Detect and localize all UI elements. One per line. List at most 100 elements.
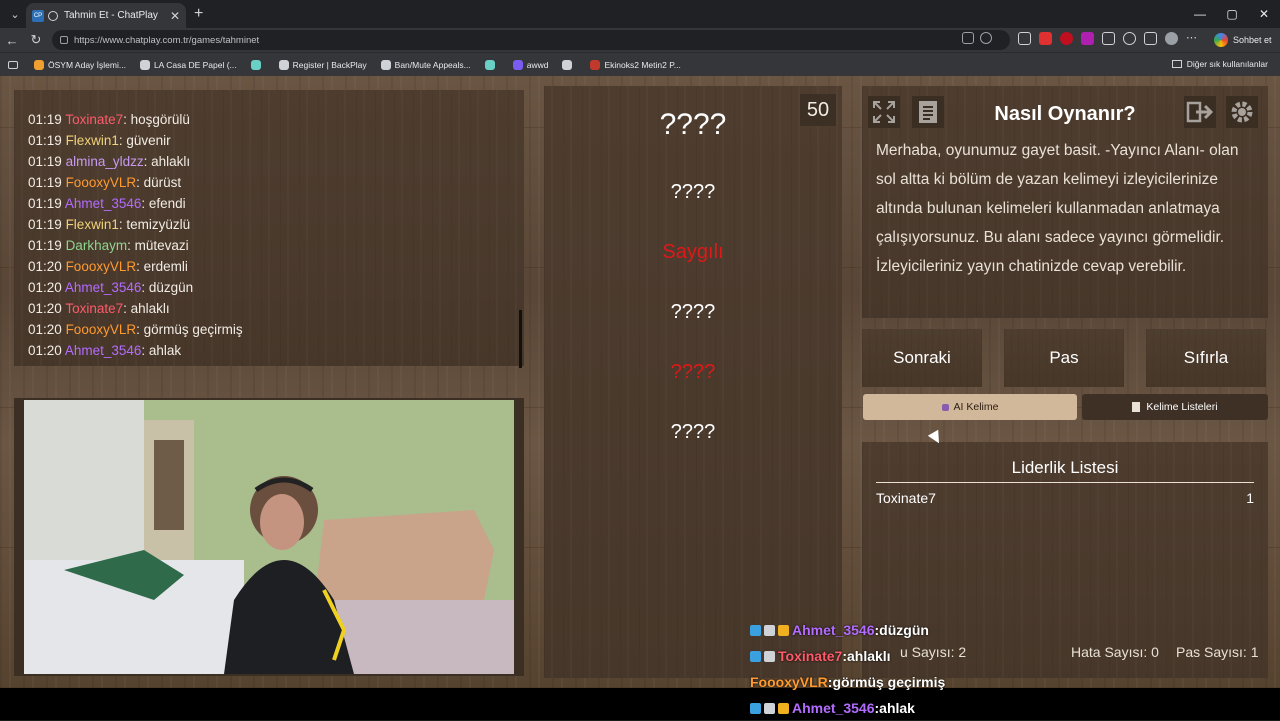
game-page: 01:19 Toxinate7: hoşgörülü 01:19 Flexwin1… [0, 76, 1280, 688]
bookmark-item[interactable]: Ban/Mute Appeals... [380, 59, 471, 70]
word-card-panel: 50 ???????? Saygılı???????????? [544, 86, 842, 678]
chat-message: 01:19 Flexwin1: güvenir [28, 133, 171, 148]
word-lists-button[interactable]: Kelime Listeleri [1082, 394, 1268, 420]
webcam-image [24, 400, 514, 674]
browser-window: ⌄ CP Tahmin Et - ChatPlay ✕ + — ▢ ✕ ← ↻ … [0, 0, 1280, 720]
bookmark-item[interactable]: Ekinoks2 Metin2 P... [590, 59, 681, 70]
chat-username[interactable]: Ahmet_3546 [65, 343, 142, 358]
bookmark-item[interactable]: Register | BackPlay [278, 59, 367, 70]
more-menu-icon[interactable]: ⋯ [1186, 32, 1200, 45]
minimize-button[interactable]: — [1184, 0, 1216, 28]
forbidden-word: ???? [670, 421, 716, 443]
media-playing-icon [48, 10, 58, 21]
overlay-username: Ahmet_3546 [792, 622, 875, 638]
next-button[interactable]: Sonraki [862, 329, 982, 387]
bookmark-label: ÖSYM Aday İşlemi... [48, 59, 126, 70]
reset-button[interactable]: Sıfırla [1146, 329, 1266, 387]
pass-button[interactable]: Pas [1004, 329, 1124, 387]
copilot-button[interactable]: Sohbet et [1214, 31, 1272, 49]
howto-panel: Nasıl Oynanır? Merhaba, oyunumuz gayet b… [862, 86, 1268, 318]
chat-message: 01:20 Ahmet_3546: ahlak [28, 343, 182, 358]
overlay-chat-line: Toxinate7 : ahlaklı [750, 643, 1270, 669]
bookmark-item[interactable]: LA Casa DE Papel (... [139, 59, 237, 70]
bookmark-item[interactable] [250, 59, 265, 70]
ai-word-button[interactable]: AI Kelime [863, 394, 1077, 420]
chat-message: 01:19 Darkhaym: mütevazi [28, 238, 189, 253]
favorite-star-icon[interactable] [980, 32, 992, 44]
bookmark-item[interactable] [562, 59, 576, 70]
webcam-panel [14, 398, 524, 676]
leaderboard-title: Liderlik Listesi [1011, 458, 1119, 477]
user-badge-icon [764, 702, 775, 714]
extensions-toolbar: ⋯ [1018, 32, 1200, 45]
site-info-icon[interactable] [60, 36, 68, 44]
profile-avatar-icon[interactable] [1165, 32, 1178, 45]
chat-text: efendi [148, 196, 186, 211]
url-input[interactable]: https://www.chatplay.com.tr/games/tahmin… [52, 30, 1010, 50]
new-tab-button[interactable]: + [194, 5, 203, 23]
bookmark-item[interactable]: awwd [512, 59, 548, 70]
forbidden-word: ???? [670, 181, 716, 203]
chat-username[interactable]: FoooxyVLR [66, 259, 137, 274]
extensions-puzzle-icon[interactable] [1102, 32, 1115, 45]
red-extension-icon[interactable] [1039, 32, 1052, 45]
chat-message: 01:19 Flexwin1: temizyüzlü [28, 217, 191, 232]
chat-username[interactable]: Darkhaym [66, 238, 128, 253]
chat-username[interactable]: Flexwin1 [66, 133, 119, 148]
screenshot-extension-icon[interactable] [1018, 32, 1031, 45]
bookmark-favicon-icon [278, 59, 289, 70]
back-arrow-icon[interactable]: ← [0, 33, 24, 48]
bookmarks-menu-icon[interactable] [8, 60, 18, 69]
bookmark-favicon-icon [34, 59, 44, 70]
overlay-chat-line: Ahmet_3546 : ahlak [750, 695, 1270, 721]
tab-bar: ⌄ CP Tahmin Et - ChatPlay ✕ + — ▢ ✕ [0, 0, 1280, 28]
overlay-username: Ahmet_3546 [792, 700, 875, 716]
maximize-button[interactable]: ▢ [1216, 0, 1248, 28]
bookmark-favicon-icon [590, 59, 601, 70]
tab-close-icon[interactable]: ✕ [170, 9, 180, 23]
tab-search-chevron-icon[interactable]: ⌄ [4, 4, 26, 24]
user-badge-icon [764, 650, 775, 662]
favorites-icon[interactable] [1123, 32, 1136, 45]
other-bookmarks-folder[interactable]: Diğer sık kullanılanlar [1171, 59, 1268, 69]
chat-username[interactable]: Toxinate7 [65, 301, 123, 316]
tab-tahmin-et[interactable]: CP Tahmin Et - ChatPlay ✕ [26, 3, 186, 28]
bookmark-item[interactable]: ÖSYM Aday İşlemi... [34, 59, 126, 70]
exit-icon[interactable] [1184, 96, 1216, 128]
chat-scrollbar[interactable] [519, 310, 522, 368]
copilot-label: Sohbet et [1233, 35, 1272, 45]
chat-panel[interactable]: 01:19 Toxinate7: hoşgörülü 01:19 Flexwin1… [14, 90, 524, 368]
overlay-username: Toxinate7 [778, 648, 843, 664]
howto-title: Nasıl Oynanır? [994, 103, 1136, 125]
chat-time: 01:20 [28, 301, 62, 316]
chat-username[interactable]: Ahmet_3546 [65, 196, 142, 211]
fullscreen-icon[interactable] [868, 96, 900, 128]
bookmarks-bar: ÖSYM Aday İşlemi... LA Casa DE Papel (...… [0, 52, 1280, 76]
read-aloud-icon[interactable] [962, 32, 974, 44]
ai-icon [941, 403, 949, 411]
chat-message: 01:19 FoooxyVLR: dürüst [28, 175, 182, 190]
chat-text: mütevazi [134, 238, 189, 253]
chat-username[interactable]: Flexwin1 [66, 217, 119, 232]
chat-username[interactable]: Ahmet_3546 [65, 280, 142, 295]
bookmark-favicon-icon [512, 59, 523, 70]
chat-username[interactable]: Toxinate7 [65, 112, 123, 127]
chat-message: 01:19 Ahmet_3546: efendi [28, 196, 186, 211]
overlay-message: ahlaklı [846, 648, 891, 664]
purple-extension-icon[interactable] [1081, 32, 1094, 45]
close-window-button[interactable]: ✕ [1248, 0, 1280, 28]
document-icon[interactable] [912, 96, 944, 128]
chat-username[interactable]: almina_yldzz [66, 154, 144, 169]
chat-username[interactable]: FoooxyVLR [66, 322, 137, 337]
youtube-extension-icon[interactable] [1060, 32, 1073, 45]
forbidden-word: Saygılı [662, 241, 724, 263]
clipboard-icon [1132, 402, 1141, 412]
reload-icon[interactable]: ↻ [24, 32, 48, 48]
chat-username[interactable]: FoooxyVLR [66, 175, 137, 190]
address-bar-row: ← ↻ https://www.chatplay.com.tr/games/ta… [0, 28, 1280, 52]
collections-icon[interactable] [1144, 32, 1157, 45]
user-badge-icon [778, 624, 789, 636]
bookmark-favicon-icon [484, 59, 495, 70]
settings-gear-icon[interactable] [1226, 96, 1258, 128]
bookmark-item[interactable] [484, 59, 499, 70]
